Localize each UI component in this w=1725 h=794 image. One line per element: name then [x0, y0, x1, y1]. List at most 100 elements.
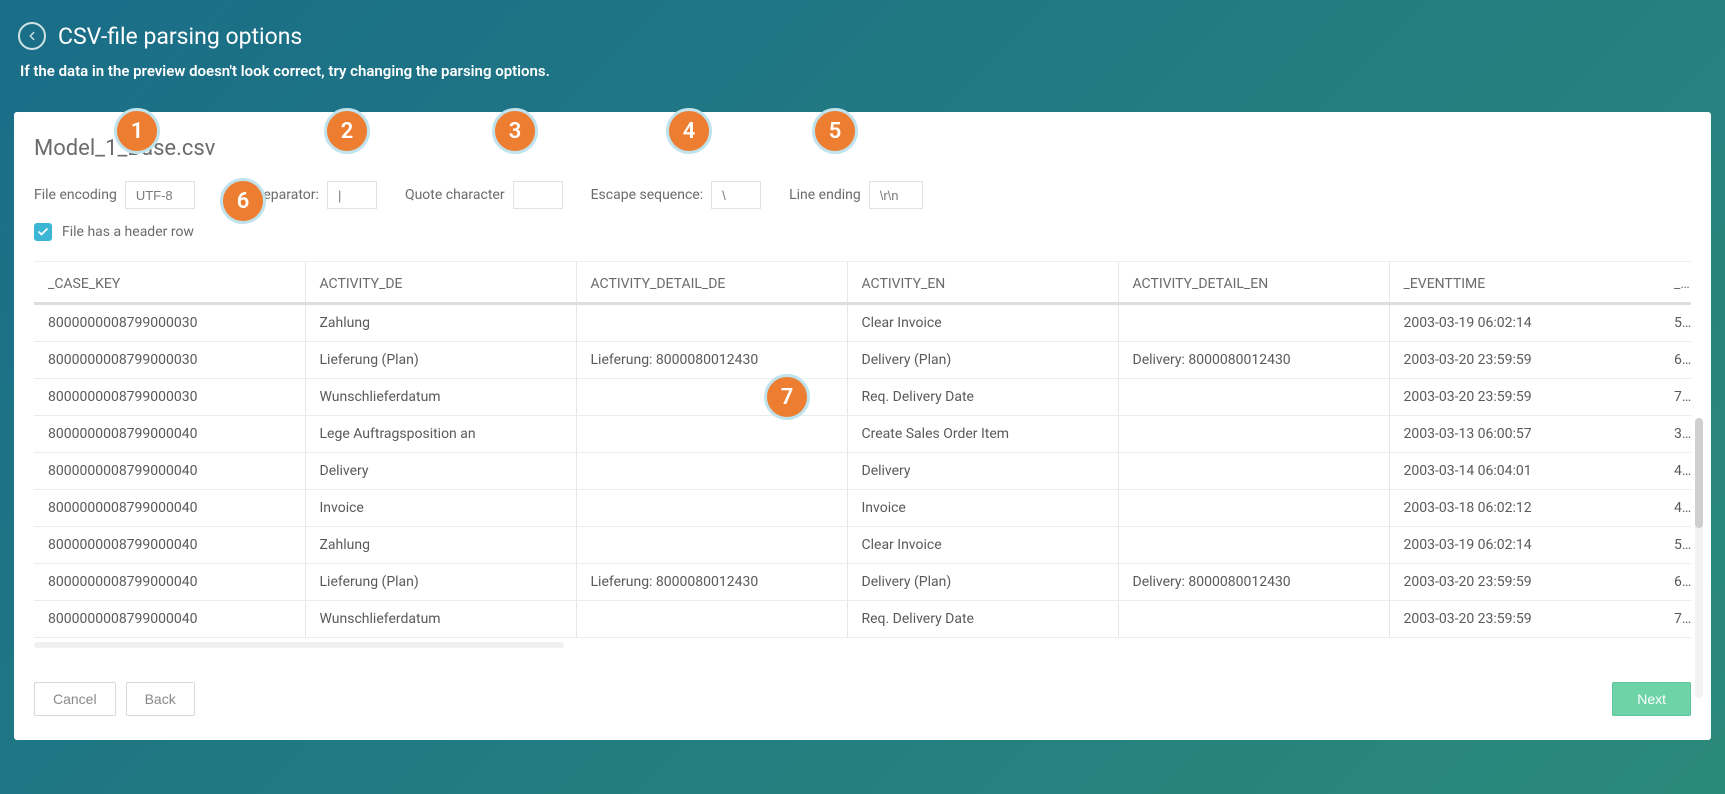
table-cell: Create Sales Order Item: [847, 416, 1118, 453]
vertical-scrollbar-thumb[interactable]: [1695, 418, 1703, 528]
vertical-scrollbar[interactable]: [1695, 418, 1703, 698]
table-cell: Lege Auftragsposition an: [305, 416, 576, 453]
cancel-button[interactable]: Cancel: [34, 682, 116, 716]
table-cell: Zahlung: [305, 304, 576, 342]
table-cell: Delivery: [305, 453, 576, 490]
table-row: 8000000008799000040InvoiceInvoice2003-03…: [34, 490, 1691, 527]
page-title: CSV-file parsing options: [58, 23, 302, 50]
quote-input[interactable]: [513, 181, 563, 209]
table-cell: 8000000008799000040: [34, 527, 305, 564]
column-header[interactable]: ACTIVITY_DETAIL_EN: [1118, 262, 1389, 304]
table-cell: 2003-03-20 23:59:59: [1389, 342, 1660, 379]
escape-label: Escape sequence:: [591, 187, 704, 203]
header-row-label: File has a header row: [62, 224, 194, 240]
table-cell: Zahlung: [305, 527, 576, 564]
main-card: 1 2 3 4 5 6 7 Model_1_Base.csv File enco…: [14, 112, 1711, 740]
table-cell: 2003-03-14 06:04:01: [1389, 453, 1660, 490]
table-cell: 2003-03-20 23:59:59: [1389, 564, 1660, 601]
table-cell: 4: [1660, 490, 1691, 527]
preview-table-wrap[interactable]: _CASE_KEYACTIVITY_DEACTIVITY_DETAIL_DEAC…: [34, 261, 1691, 652]
table-cell: [576, 490, 847, 527]
table-cell: 2003-03-20 23:59:59: [1389, 379, 1660, 416]
table-cell: Clear Invoice: [847, 304, 1118, 342]
table-cell: 2003-03-19 06:02:14: [1389, 527, 1660, 564]
column-header[interactable]: _S: [1660, 262, 1691, 304]
table-cell: Clear Invoice: [847, 527, 1118, 564]
file-name: Model_1_Base.csv: [34, 136, 1691, 161]
table-cell: 7: [1660, 379, 1691, 416]
escape-input[interactable]: [711, 181, 761, 209]
table-cell: 2003-03-13 06:00:57: [1389, 416, 1660, 453]
header-row-checkbox[interactable]: [34, 223, 52, 241]
table-cell: Wunschlieferdatum: [305, 601, 576, 638]
encoding-input[interactable]: [125, 181, 195, 209]
table-cell: Wunschlieferdatum: [305, 379, 576, 416]
table-cell: [1118, 379, 1389, 416]
table-cell: [1118, 490, 1389, 527]
table-cell: Lieferung (Plan): [305, 342, 576, 379]
column-header[interactable]: _EVENTTIME: [1389, 262, 1660, 304]
table-row: 8000000008799000040Lege Auftragsposition…: [34, 416, 1691, 453]
page-header: CSV-file parsing options If the data in …: [14, 14, 1711, 94]
table-cell: [1118, 304, 1389, 342]
table-row: 8000000008799000040DeliveryDelivery2003-…: [34, 453, 1691, 490]
table-cell: Delivery: 8000080012430: [1118, 342, 1389, 379]
callout-6: 6: [220, 178, 266, 224]
column-header[interactable]: ACTIVITY_DE: [305, 262, 576, 304]
column-header[interactable]: ACTIVITY_EN: [847, 262, 1118, 304]
table-cell: 8000000008799000040: [34, 416, 305, 453]
table-row: 8000000008799000040Lieferung (Plan)Liefe…: [34, 564, 1691, 601]
table-cell: 8000000008799000030: [34, 379, 305, 416]
column-header[interactable]: _CASE_KEY: [34, 262, 305, 304]
table-cell: 8000000008799000040: [34, 490, 305, 527]
table-cell: 8000000008799000040: [34, 601, 305, 638]
table-cell: Lieferung: 8000080012430: [576, 342, 847, 379]
table-cell: 7: [1660, 601, 1691, 638]
table-row: 8000000008799000030Wunschlieferdatum Req.…: [34, 379, 1691, 416]
preview-table: _CASE_KEYACTIVITY_DEACTIVITY_DETAIL_DEAC…: [34, 262, 1691, 638]
footer-bar: Cancel Back Next: [34, 682, 1691, 716]
table-cell: 5: [1660, 304, 1691, 342]
lineend-label: Line ending: [789, 187, 861, 203]
table-cell: 8000000008799000030: [34, 304, 305, 342]
table-row: 8000000008799000040Wunschlieferdatum Req.…: [34, 601, 1691, 638]
horizontal-scrollbar[interactable]: [34, 642, 564, 648]
lineend-input[interactable]: [869, 181, 923, 209]
quote-label: Quote character: [405, 187, 505, 203]
table-cell: 6: [1660, 564, 1691, 601]
back-arrow-icon[interactable]: [18, 22, 46, 50]
table-cell: Delivery: [847, 453, 1118, 490]
table-row: 8000000008799000030Lieferung (Plan)Liefe…: [34, 342, 1691, 379]
table-cell: Invoice: [305, 490, 576, 527]
callout-2: 2: [324, 108, 370, 154]
table-cell: Delivery: 8000080012430: [1118, 564, 1389, 601]
callout-7: 7: [764, 374, 810, 420]
table-cell: 5: [1660, 527, 1691, 564]
table-cell: 2003-03-18 06:02:12: [1389, 490, 1660, 527]
callout-5: 5: [812, 108, 858, 154]
separator-input[interactable]: [327, 181, 377, 209]
parsing-options-row: File encoding Field separator: Quote cha…: [34, 181, 1691, 209]
table-cell: [576, 601, 847, 638]
page-subtitle: If the data in the preview doesn't look …: [18, 62, 1707, 80]
callout-1: 1: [114, 108, 160, 154]
table-cell: [1118, 601, 1389, 638]
encoding-label: File encoding: [34, 187, 117, 203]
table-cell: Req. Delivery Date: [847, 601, 1118, 638]
callout-4: 4: [666, 108, 712, 154]
table-cell: [1118, 527, 1389, 564]
table-cell: 8000000008799000040: [34, 453, 305, 490]
table-cell: [576, 304, 847, 342]
next-button[interactable]: Next: [1612, 682, 1691, 716]
table-cell: [576, 416, 847, 453]
table-cell: Lieferung: 8000080012430: [576, 564, 847, 601]
table-cell: [576, 527, 847, 564]
column-header[interactable]: ACTIVITY_DETAIL_DE: [576, 262, 847, 304]
table-cell: Delivery (Plan): [847, 342, 1118, 379]
table-cell: Lieferung (Plan): [305, 564, 576, 601]
back-button[interactable]: Back: [126, 682, 195, 716]
table-cell: [1118, 416, 1389, 453]
table-cell: 2003-03-19 06:02:14: [1389, 304, 1660, 342]
table-cell: [1118, 453, 1389, 490]
table-cell: Req. Delivery Date: [847, 379, 1118, 416]
